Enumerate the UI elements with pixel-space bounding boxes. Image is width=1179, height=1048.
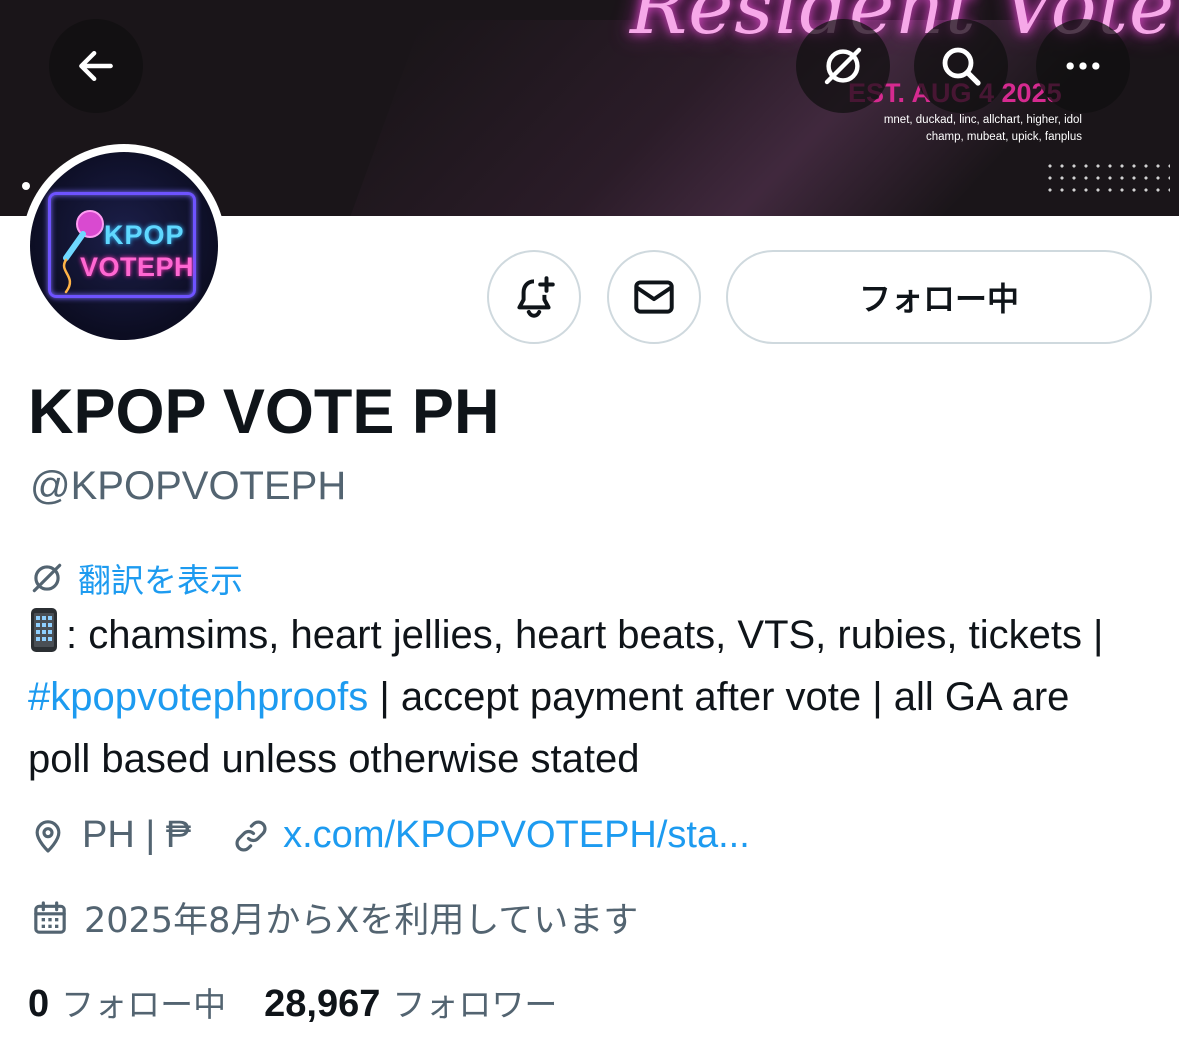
translate-header-button[interactable] (796, 19, 890, 113)
followers-label: フォロワー (392, 985, 558, 1024)
message-button[interactable] (607, 250, 701, 344)
location-pin-icon (35, 819, 61, 853)
following-label: フォロー中 (61, 985, 227, 1024)
notifications-button[interactable] (487, 250, 581, 344)
banner-dot-grid (1044, 160, 1170, 196)
show-translation-label: 翻訳を表示 (78, 561, 243, 600)
website-link[interactable]: x.com/KPOPVOTEPH/sta... (283, 814, 750, 857)
back-arrow-icon (79, 50, 113, 82)
banner-platforms-line2: champ, mubeat, upick, fanplus (926, 131, 1082, 143)
follow-stats: 0 フォロー中 28,967 フォロワー (28, 978, 557, 1026)
banner-platforms: mnet, duckad, linc, allchart, higher, id… (850, 112, 1082, 146)
banner-dot (22, 182, 30, 190)
followers-count: 28,967 (264, 983, 381, 1025)
search-button[interactable] (914, 19, 1008, 113)
more-icon (1066, 62, 1100, 70)
location-text: PH | ₱ (82, 814, 192, 856)
join-date: 2025年8月からXを利用しています (30, 892, 638, 943)
more-button[interactable] (1036, 19, 1130, 113)
banner-platforms-line1: mnet, duckad, linc, allchart, higher, id… (883, 114, 1082, 126)
following-button[interactable]: フォロー中 (726, 250, 1152, 344)
envelope-icon (634, 280, 674, 314)
avatar[interactable]: KPOP VOTEPH (22, 144, 226, 348)
profile-meta: PH | ₱ x.com/KPOPVOTEPH/sta... (28, 814, 750, 857)
followers-stat[interactable]: 28,967 フォロワー (264, 978, 557, 1026)
following-count: 0 (28, 983, 50, 1025)
translate-icon (824, 47, 862, 85)
following-stat[interactable]: 0 フォロー中 (28, 978, 226, 1026)
user-handle: @KPOPVOTEPH (30, 464, 347, 508)
link-icon (235, 820, 267, 851)
bio-text-part1: : chamsims, heart jellies, heart beats, … (66, 613, 1104, 657)
back-button[interactable] (49, 19, 143, 113)
bio-hashtag-link[interactable]: #kpopvotephproofs (28, 675, 368, 719)
profile-bio: : chamsims, heart jellies, heart beats, … (28, 604, 1138, 790)
display-name: KPOP VOTE PH (28, 377, 500, 447)
join-date-text: 2025年8月からXを利用しています (84, 901, 639, 941)
avatar-image: KPOP VOTEPH (30, 152, 218, 340)
avatar-text-line2: VOTEPH (80, 252, 195, 282)
search-icon (942, 47, 981, 86)
bell-plus-icon (517, 276, 555, 318)
mobile-phone-icon (31, 608, 57, 652)
translate-icon (32, 563, 62, 593)
show-translation-link[interactable]: 翻訳を表示 (28, 554, 243, 602)
avatar-text-line1: KPOP (104, 220, 185, 250)
calendar-icon (34, 900, 66, 934)
